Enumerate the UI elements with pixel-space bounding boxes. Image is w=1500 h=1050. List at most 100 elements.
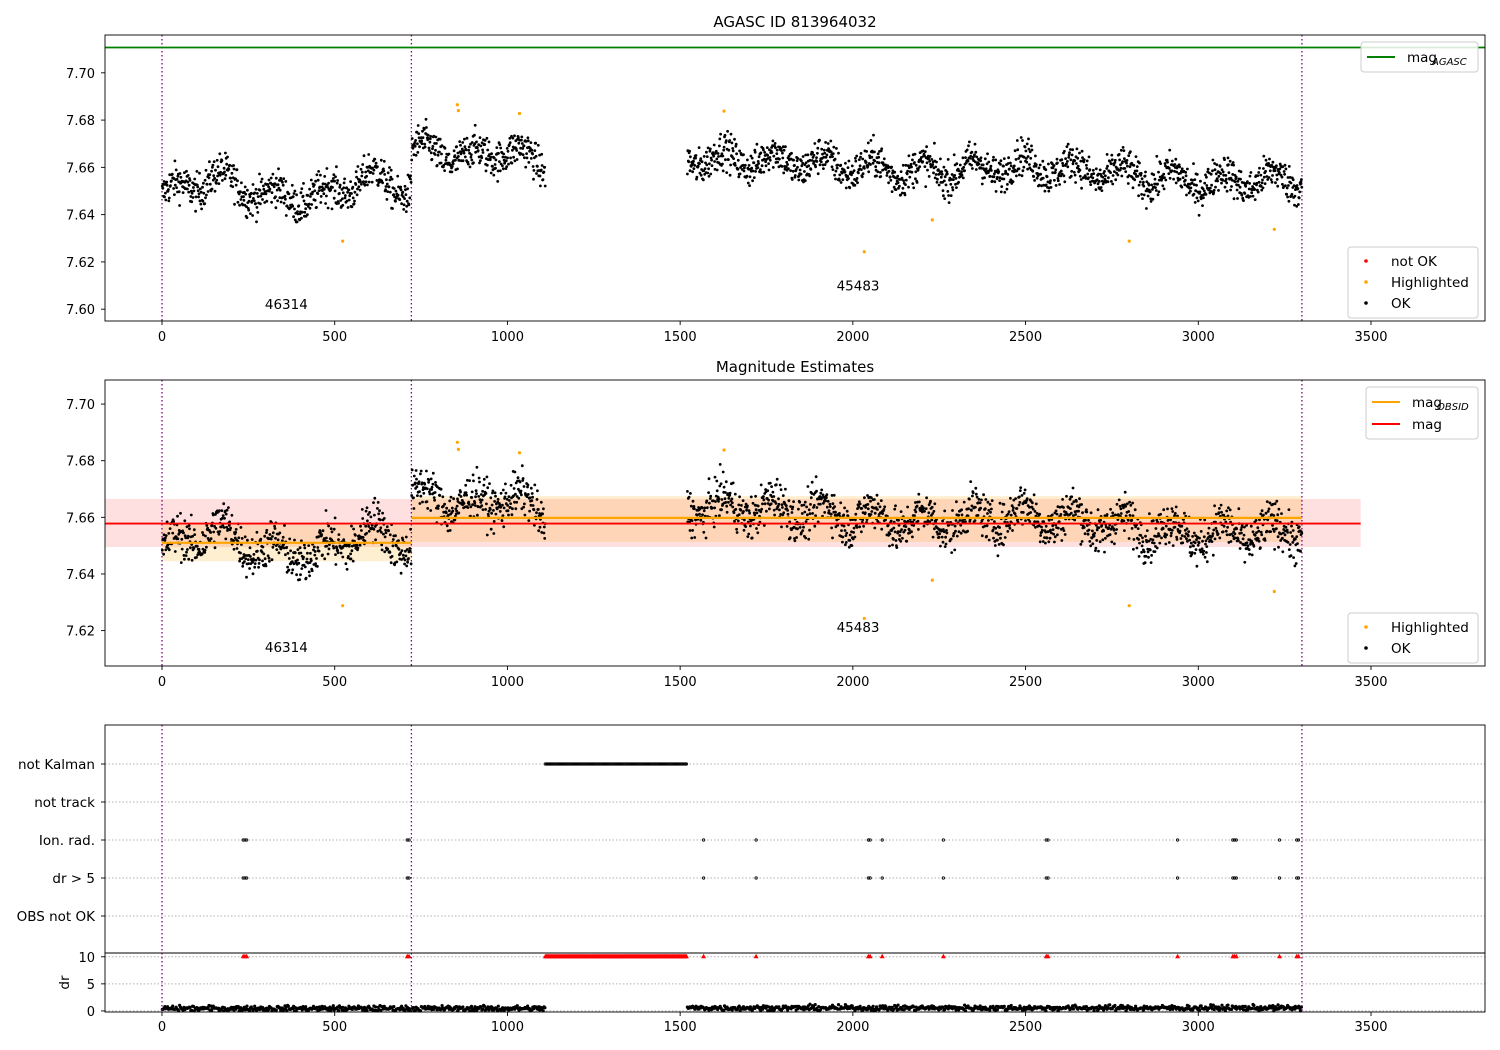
plot1-ok-point [538,174,542,178]
plot2-ok-point [994,526,998,530]
plot1-ok-point [832,145,836,149]
plot2-ok-point [464,483,468,487]
plot1-ok-point [1134,172,1137,176]
plot2-ok-point [899,539,903,543]
plot1-ok-point [771,166,775,169]
plot1-ok-point [420,142,424,146]
plot1-ok-point [470,141,474,144]
plot1-ok-point [293,189,297,193]
plot2-ok-point [966,529,969,533]
plot1-ok-point [996,175,999,179]
plot1-ok-point [411,146,415,150]
plot1-ok-point [973,153,976,157]
plot1-ok-point [1193,201,1197,204]
plot2-ok-point [257,565,260,569]
plot2-ok-point [1018,501,1022,504]
plot1-ok-point [818,138,821,142]
plot2-ok-point [354,533,357,537]
plot1-ok-point [1143,174,1147,178]
plot2-ok-point [421,500,424,504]
plot1-ok-point [790,151,793,155]
plot1-ok-point [475,140,478,144]
plot2-ok-point [825,505,829,509]
plot1-ok-point [852,169,856,173]
plot1-ok-point [255,220,258,224]
plot1-ok-point [414,139,417,142]
plot2-ok-point [519,489,523,493]
plot1-ok-point [873,159,877,163]
plot1-ok-point [238,203,242,207]
plot2-ok-point [968,497,971,501]
plot2-ok-point [263,534,267,538]
plot1-ok-point [1156,182,1159,186]
plot2-ok-point [804,520,808,523]
plot2-ok-point [286,551,290,555]
plot1-ok-point [517,141,521,145]
plot1-ok-point [918,165,922,169]
plot1-ok-point [1091,168,1095,172]
plot2-ok-point [224,537,228,541]
plot2-ok-point [773,513,776,517]
plot2-ok-point [1094,546,1098,550]
plot2-ok-point [289,549,292,553]
plot2-ok-point [1133,508,1137,512]
plot2-ok-point [922,524,926,528]
plot1-ok-point [223,177,227,181]
plot1-legend-label-0: not OK [1391,254,1438,270]
plot1-ok-point [759,171,763,174]
plot2-legend-label-1: mag [1412,417,1442,433]
plot1-ok-point [461,159,465,163]
plot2-ok-point [351,559,355,563]
plot2-ok-point [1084,518,1087,522]
plot2-ok-point [406,560,409,564]
plot1-ok-point [330,207,334,211]
plot1-ok-point [818,163,822,167]
plot1-highlighted-point [455,103,459,107]
plot2-ok-point [964,520,967,523]
plot1-ok-point [438,137,442,141]
plot1-ok-point [1192,162,1195,166]
plot2-ok-point [1150,554,1153,557]
plot1-ok-point [290,183,294,187]
plot2-ok-point [1085,510,1089,514]
plot1-ok-point [1097,180,1101,183]
plot1-ok-point [309,195,312,198]
plot1-ok-point [282,177,286,181]
plot2-ok-point [347,555,350,558]
plot2-ok-point [235,547,239,550]
plot1-ok-point [343,177,346,181]
plot2-ok-point [701,513,704,517]
plot1-ok-point [203,202,207,206]
plot2-ok-point [900,528,903,531]
plot1-ok-point [259,202,262,206]
plot1-ok-point [705,150,708,154]
plot1-ok-point [1141,197,1144,201]
plot2-ok-point [513,470,517,474]
plot2-ok-point [755,511,759,515]
plot1-ok-point [863,166,866,170]
plot2-ok-point [492,520,496,523]
plot2-ok-point [950,551,954,554]
plot2-ok-point [1147,555,1150,559]
plot2-ok-point [457,511,461,515]
plot1-ok-point [784,145,787,149]
plot2-ok-point [1272,514,1276,517]
plot2-ok-point [284,553,287,557]
plot1-ok-point [485,136,489,140]
plot2-ok-point [933,527,936,531]
plot2-ok-point [303,543,306,547]
plot2-ok-point [168,527,172,530]
plot2-ok-point [798,500,802,504]
plot2-ok-point [914,510,918,514]
plot1-ok-point [869,163,872,166]
plot2-ok-point [345,567,349,571]
plot2-ok-point [1118,504,1122,508]
plot2-ok-point [1048,536,1052,540]
plot2-ok-point [853,535,857,539]
plot1-ok-point [262,184,265,188]
plot1-ok-point [1153,177,1157,181]
plot1-ok-point [1196,199,1200,203]
plot1-ok-point [249,191,253,195]
plot1-ok-point [715,168,719,172]
plot2-ok-point [1062,506,1065,509]
